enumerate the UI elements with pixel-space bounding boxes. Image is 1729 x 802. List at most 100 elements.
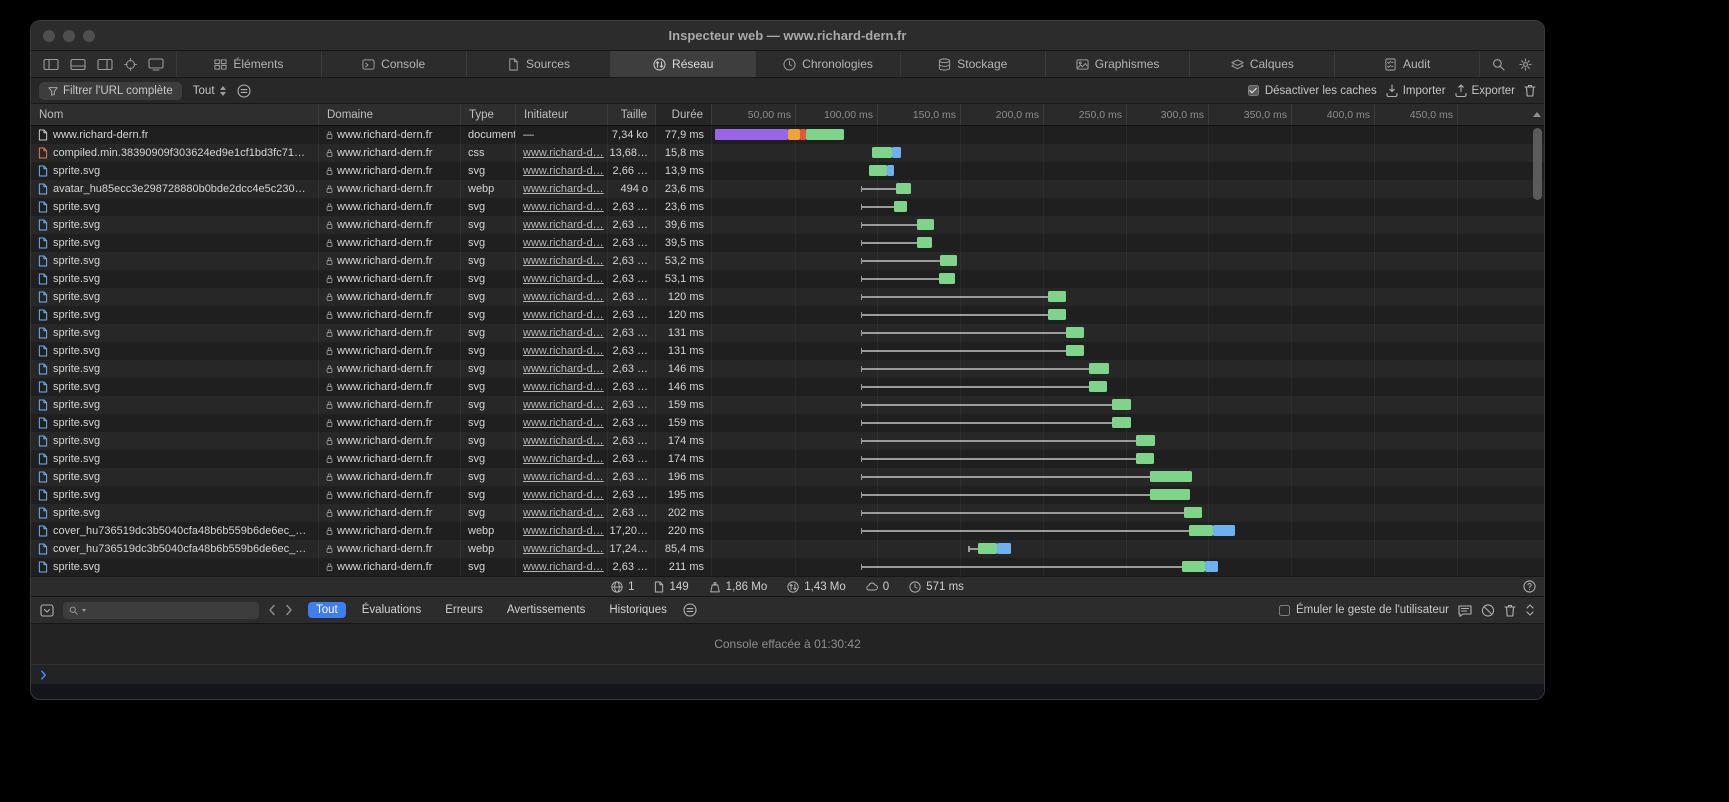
tab-graphismes[interactable]: Graphismes <box>1046 51 1191 77</box>
network-table-row[interactable]: sprite.svg www.richard-dern.fr svg www.r… <box>31 432 1544 450</box>
initiator-link[interactable]: www.richard-d… <box>523 399 604 411</box>
console-scope-tout[interactable]: Tout <box>308 602 346 618</box>
network-table-row[interactable]: sprite.svg www.richard-dern.fr svg www.r… <box>31 486 1544 504</box>
close-window-button[interactable] <box>43 30 55 42</box>
column-header-type[interactable]: Type <box>461 104 516 125</box>
network-table-row[interactable]: sprite.svg www.richard-dern.fr svg www.r… <box>31 162 1544 180</box>
console-trash-icon[interactable] <box>1504 604 1516 617</box>
network-table-row[interactable]: sprite.svg www.richard-dern.fr svg www.r… <box>31 504 1544 522</box>
network-table-row[interactable]: sprite.svg www.richard-dern.fr svg www.r… <box>31 216 1544 234</box>
vertical-scrollbar[interactable] <box>1531 128 1543 574</box>
import-button[interactable]: Importer <box>1386 84 1446 97</box>
previous-result-button[interactable] <box>268 604 276 616</box>
responsive-mode-icon[interactable] <box>148 58 164 71</box>
network-table-row[interactable]: cover_hu736519dc3b5040cfa48b6b559b6de6ec… <box>31 540 1544 558</box>
tab-elements[interactable]: Éléments <box>177 51 322 77</box>
console-scope-historiques[interactable]: Historiques <box>601 602 675 618</box>
initiator-link[interactable]: www.richard-d… <box>523 525 604 537</box>
initiator-link[interactable]: www.richard-d… <box>523 165 604 177</box>
url-filter-input[interactable]: Filtrer l'URL complète <box>39 82 182 100</box>
initiator-link[interactable]: www.richard-d… <box>523 507 604 519</box>
console-scope-evaluations[interactable]: Évaluations <box>354 602 429 618</box>
console-prompt[interactable] <box>31 664 1544 684</box>
network-table-row[interactable]: sprite.svg www.richard-dern.fr svg www.r… <box>31 450 1544 468</box>
network-table-row[interactable]: sprite.svg www.richard-dern.fr svg www.r… <box>31 396 1544 414</box>
network-table-row[interactable]: sprite.svg www.richard-dern.fr svg www.r… <box>31 342 1544 360</box>
network-table-row[interactable]: sprite.svg www.richard-dern.fr svg www.r… <box>31 252 1544 270</box>
network-table-row[interactable]: cover_hu736519dc3b5040cfa48b6b559b6de6ec… <box>31 522 1544 540</box>
console-search-field[interactable] <box>63 602 259 619</box>
initiator-link[interactable]: www.richard-d… <box>523 543 604 555</box>
network-table-row[interactable]: sprite.svg www.richard-dern.fr svg www.r… <box>31 270 1544 288</box>
minimize-window-button[interactable] <box>63 30 75 42</box>
initiator-link[interactable]: www.richard-d… <box>523 381 604 393</box>
zoom-window-button[interactable] <box>83 30 95 42</box>
search-icon[interactable] <box>1492 58 1505 71</box>
network-table-row[interactable]: compiled.min.38390909f303624ed9e1cf1bd3f… <box>31 144 1544 162</box>
network-table-row[interactable]: sprite.svg www.richard-dern.fr svg www.r… <box>31 234 1544 252</box>
export-button[interactable]: Exporter <box>1455 84 1515 97</box>
dock-right-icon[interactable] <box>97 58 113 71</box>
help-icon[interactable] <box>1523 580 1536 593</box>
initiator-link[interactable]: www.richard-d… <box>523 273 604 285</box>
console-filter-options-icon[interactable] <box>683 603 697 617</box>
initiator-link[interactable]: www.richard-d… <box>523 417 604 429</box>
clear-network-trash-icon[interactable] <box>1524 84 1536 97</box>
tab-calques[interactable]: Calques <box>1190 51 1335 77</box>
resource-type-select[interactable]: Tout <box>191 85 228 97</box>
initiator-link[interactable]: www.richard-d… <box>523 345 604 357</box>
next-result-button[interactable] <box>285 604 293 616</box>
initiator-link[interactable]: www.richard-d… <box>523 201 604 213</box>
tab-sources[interactable]: Sources <box>467 51 612 77</box>
network-table-row[interactable]: sprite.svg www.richard-dern.fr svg www.r… <box>31 360 1544 378</box>
console-scope-picker-icon[interactable] <box>40 604 54 617</box>
emulate-user-gesture-checkbox[interactable]: Émuler le geste de l'utilisateur <box>1279 604 1449 616</box>
initiator-link[interactable]: www.richard-d… <box>523 147 604 159</box>
initiator-link[interactable]: www.richard-d… <box>523 309 604 321</box>
network-table-row[interactable]: www.richard-dern.fr www.richard-dern.fr … <box>31 126 1544 144</box>
column-header-initiateur[interactable]: Initiateur <box>516 104 608 125</box>
initiator-link[interactable]: www.richard-d… <box>523 435 604 447</box>
initiator-link[interactable]: www.richard-d… <box>523 327 604 339</box>
initiator-link[interactable]: www.richard-d… <box>523 237 604 249</box>
console-scope-erreurs[interactable]: Erreurs <box>437 602 491 618</box>
initiator-link[interactable]: www.richard-d… <box>523 363 604 375</box>
inspect-element-icon[interactable] <box>124 58 137 71</box>
network-table-row[interactable]: sprite.svg www.richard-dern.fr svg www.r… <box>31 324 1544 342</box>
disable-caches-checkbox[interactable]: Désactiver les caches <box>1248 85 1377 97</box>
dock-bottom-icon[interactable] <box>70 58 86 71</box>
initiator-link[interactable]: www.richard-d… <box>523 471 604 483</box>
tab-audit[interactable]: Audit <box>1335 51 1479 77</box>
initiator-link[interactable]: www.richard-d… <box>523 561 604 573</box>
initiator-link[interactable]: www.richard-d… <box>523 489 604 501</box>
tab-console[interactable]: Console <box>322 51 467 77</box>
traffic-lights[interactable] <box>43 30 95 42</box>
network-table-row[interactable]: sprite.svg www.richard-dern.fr svg www.r… <box>31 468 1544 486</box>
network-table-row[interactable]: sprite.svg www.richard-dern.fr svg www.r… <box>31 288 1544 306</box>
initiator-link[interactable]: www.richard-d… <box>523 453 604 465</box>
network-table-row[interactable]: sprite.svg www.richard-dern.fr svg www.r… <box>31 378 1544 396</box>
network-table-row[interactable]: sprite.svg www.richard-dern.fr svg www.r… <box>31 198 1544 216</box>
tab-reseau[interactable]: Réseau <box>611 51 756 77</box>
column-header-taille[interactable]: Taille <box>608 104 656 125</box>
initiator-link[interactable]: www.richard-d… <box>523 291 604 303</box>
initiator-link[interactable]: www.richard-d… <box>523 255 604 267</box>
network-table-row[interactable]: sprite.svg www.richard-dern.fr svg www.r… <box>31 558 1544 576</box>
filter-options-icon[interactable] <box>237 84 251 98</box>
column-header-domaine[interactable]: Domaine <box>319 104 461 125</box>
scrollbar-thumb[interactable] <box>1533 128 1542 200</box>
scrollbar-up-arrow[interactable] <box>1530 104 1544 125</box>
initiator-link[interactable]: www.richard-d… <box>523 219 604 231</box>
network-table-row[interactable]: avatar_hu85ecc3e298728880b0bde2dcc4e5c23… <box>31 180 1544 198</box>
console-scope-avertissements[interactable]: Avertissements <box>499 602 593 618</box>
console-input-area[interactable] <box>31 684 1544 699</box>
console-messages-icon[interactable] <box>1458 604 1472 617</box>
dock-left-icon[interactable] <box>43 58 59 71</box>
clear-console-icon[interactable] <box>1481 604 1495 617</box>
network-table-row[interactable]: sprite.svg www.richard-dern.fr svg www.r… <box>31 306 1544 324</box>
column-header-nom[interactable]: Nom <box>31 104 319 125</box>
column-header-duree[interactable]: Durée <box>656 104 712 125</box>
network-table-row[interactable]: sprite.svg www.richard-dern.fr svg www.r… <box>31 414 1544 432</box>
tab-chronologies[interactable]: Chronologies <box>756 51 901 77</box>
expand-console-icon[interactable] <box>1525 603 1535 617</box>
